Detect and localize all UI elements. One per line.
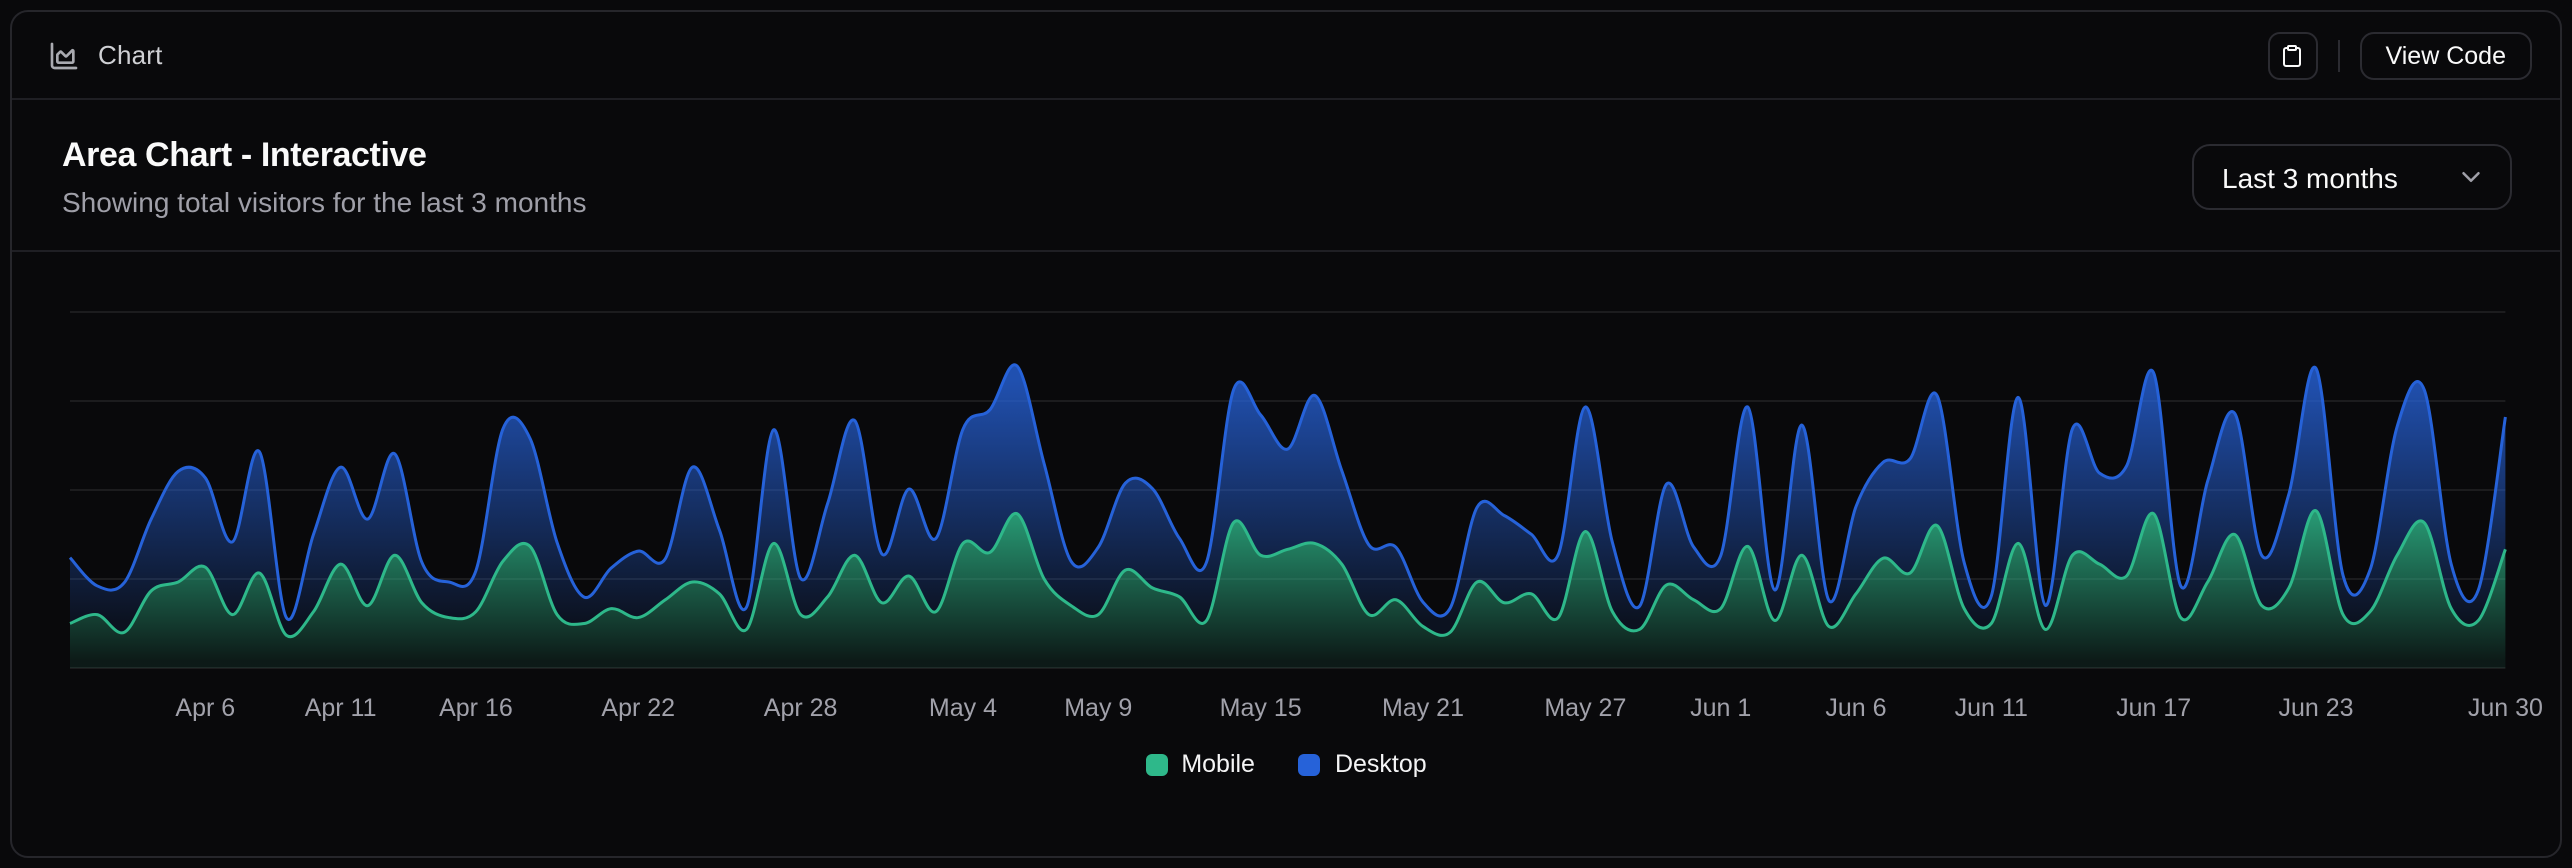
clipboard-icon <box>2281 43 2305 67</box>
app-root: Chart View Code Area Chart - Interactive <box>0 0 2572 868</box>
x-tick-label: Jun 17 <box>2116 694 2191 722</box>
legend-label-mobile: Mobile <box>1181 750 1255 778</box>
legend-item-desktop: Desktop <box>1299 750 1427 778</box>
x-tick-label: May 4 <box>929 694 997 722</box>
x-tick-label: Apr 11 <box>305 694 377 722</box>
x-tick-label: Apr 6 <box>175 694 235 722</box>
x-tick-label: Jun 30 <box>2468 694 2543 722</box>
legend-swatch-mobile <box>1145 753 1167 775</box>
legend-swatch-desktop <box>1299 753 1321 775</box>
chart-area-icon <box>48 39 80 71</box>
legend-item-mobile: Mobile <box>1145 750 1255 778</box>
card-header-text: Area Chart - Interactive Showing total v… <box>62 136 586 218</box>
toolbar: Chart View Code <box>12 12 2560 100</box>
toolbar-separator <box>2338 39 2340 71</box>
x-tick-label: Jun 1 <box>1690 694 1751 722</box>
chart-card: Chart View Code Area Chart - Interactive <box>10 10 2562 858</box>
legend-label-desktop: Desktop <box>1335 750 1427 778</box>
chart-legend: Mobile Desktop <box>44 750 2528 778</box>
card-header: Area Chart - Interactive Showing total v… <box>12 100 2560 252</box>
x-tick-label: Jun 11 <box>1955 694 2028 722</box>
copy-code-button[interactable] <box>2268 31 2318 79</box>
area-chart-canvas: Apr 6 Apr 11 Apr 16 Apr 22 Apr 28 May 4 May 9 M… <box>44 252 2532 728</box>
time-range-select[interactable]: Last 3 months <box>2192 144 2512 210</box>
toolbar-left: Chart <box>48 39 163 71</box>
chart-region[interactable]: Apr 6 Apr 11 Apr 16 Apr 22 Apr 28 May 4 May 9 M… <box>12 252 2560 856</box>
x-tick-label: Jun 6 <box>1825 694 1886 722</box>
card-description: Showing total visitors for the last 3 mo… <box>62 186 586 218</box>
x-tick-label: Apr 16 <box>439 694 513 722</box>
x-tick-label: Jun 23 <box>2278 694 2353 722</box>
x-tick-label: May 15 <box>1220 694 1302 722</box>
x-tick-label: May 9 <box>1064 694 1132 722</box>
time-range-value: Last 3 months <box>2222 161 2456 193</box>
x-tick-label: Apr 28 <box>764 694 838 722</box>
toolbar-actions: View Code <box>2268 31 2532 79</box>
view-code-button[interactable]: View Code <box>2360 31 2532 79</box>
x-tick-label: Apr 22 <box>601 694 675 722</box>
card-title: Area Chart - Interactive <box>62 136 586 176</box>
chevron-down-icon <box>2456 162 2486 192</box>
x-tick-label: May 21 <box>1382 694 1464 722</box>
x-tick-label: May 27 <box>1544 694 1626 722</box>
toolbar-title: Chart <box>98 40 163 70</box>
